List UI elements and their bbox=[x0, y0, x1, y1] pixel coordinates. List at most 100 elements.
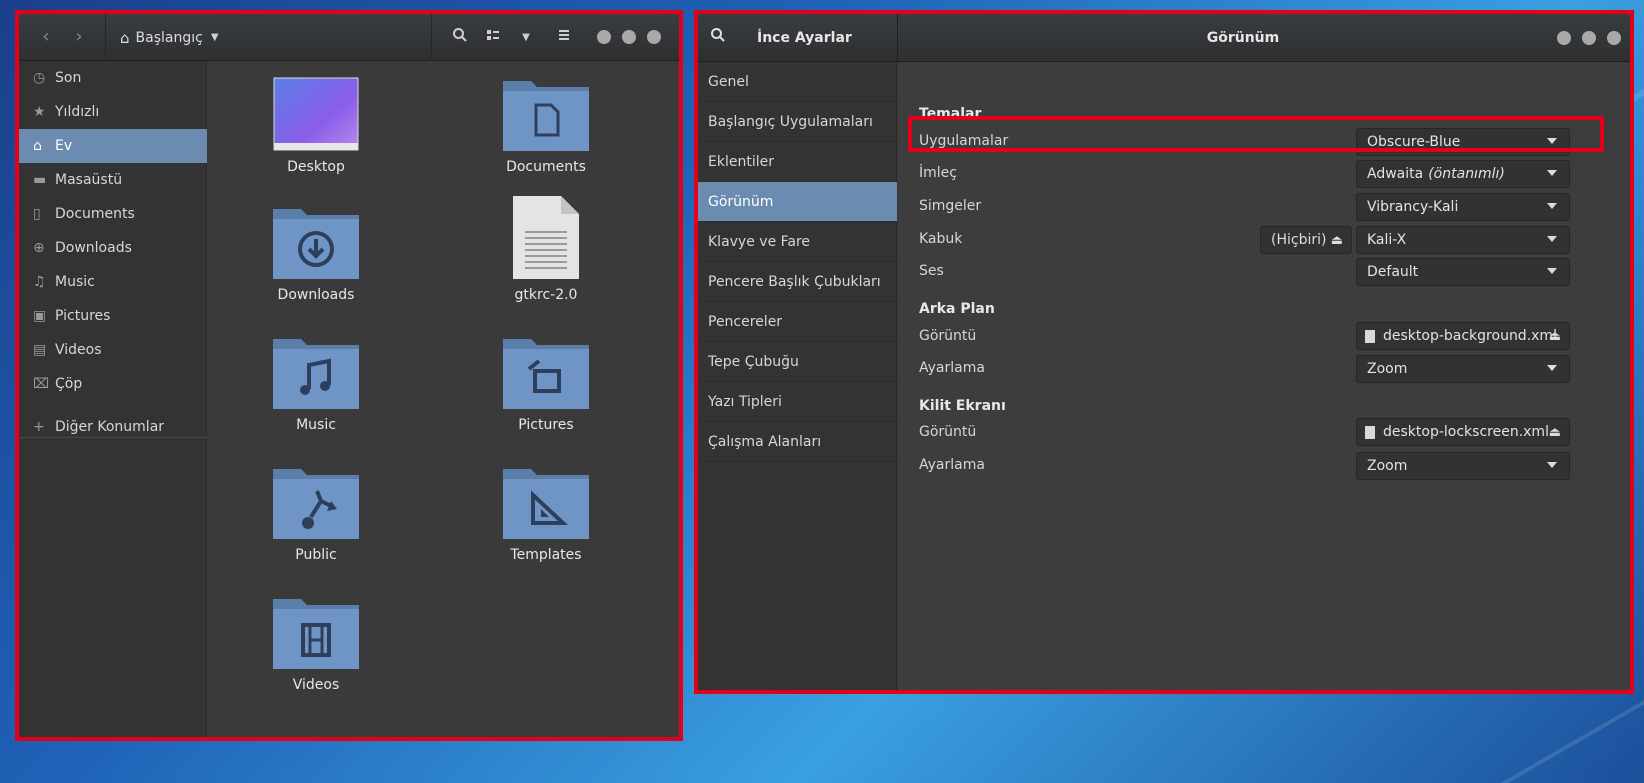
file-value: desktop-background.xml bbox=[1383, 328, 1557, 344]
lockscreen-adjustment-label: Ayarlama bbox=[919, 457, 985, 473]
combo-value: Zoom bbox=[1367, 458, 1408, 474]
templates-folder-icon bbox=[503, 469, 589, 539]
file-name: Downloads bbox=[277, 287, 355, 303]
sidebar-item-music[interactable]: ♫ Music bbox=[19, 265, 207, 299]
sidebar-item-recent[interactable]: ◷ Son bbox=[19, 61, 207, 95]
file-item-downloads[interactable]: Downloads bbox=[231, 205, 401, 303]
back-button[interactable]: ‹ bbox=[32, 24, 60, 50]
file-item-public[interactable]: Public bbox=[231, 465, 401, 563]
view-mode-button[interactable] bbox=[481, 26, 505, 50]
minimize-button[interactable] bbox=[1557, 31, 1571, 45]
icons-theme-combo[interactable]: Vibrancy-Kali bbox=[1356, 193, 1570, 221]
sidebar-item-label: Masaüstü bbox=[55, 172, 123, 188]
sidebar-item-label: Music bbox=[55, 274, 95, 290]
chevron-down-icon bbox=[1547, 203, 1557, 209]
sound-theme-combo[interactable]: Default bbox=[1356, 258, 1570, 286]
file-manager-window: ‹ › ⌂ Başlangıç ▼ ▼ ◷ Son ★ Yıldızlı ⌂ E… bbox=[19, 14, 679, 737]
close-button[interactable] bbox=[1607, 31, 1621, 45]
sidebar-item-window-titlebars[interactable]: Pencere Başlık Çubukları bbox=[694, 262, 897, 302]
list-view-icon bbox=[487, 30, 499, 40]
file-icon bbox=[1365, 425, 1375, 439]
tweaks-headerbar: İnce Ayarlar Görünüm bbox=[694, 14, 1634, 62]
file-name: Desktop bbox=[287, 159, 345, 175]
maximize-button[interactable] bbox=[1582, 31, 1596, 45]
section-title-lockscreen: Kilit Ekranı bbox=[919, 398, 1006, 414]
chevron-down-icon bbox=[1547, 236, 1557, 242]
sidebar-item-pictures[interactable]: ▣ Pictures bbox=[19, 299, 207, 333]
hamburger-menu-icon bbox=[559, 30, 569, 40]
search-button[interactable] bbox=[448, 26, 472, 50]
sidebar-item-label: Klavye ve Fare bbox=[708, 233, 811, 250]
sidebar-item-videos[interactable]: ▤ Videos bbox=[19, 333, 207, 367]
lockscreen-adjustment-combo[interactable]: Zoom bbox=[1356, 452, 1570, 480]
sidebar-item-fonts[interactable]: Yazı Tipleri bbox=[694, 382, 897, 422]
trash-icon: ⌧ bbox=[33, 376, 50, 392]
sidebar-item-workspaces[interactable]: Çalışma Alanları bbox=[694, 422, 897, 462]
file-item-videos[interactable]: Videos bbox=[231, 595, 401, 693]
section-title-background: Arka Plan bbox=[919, 301, 995, 317]
download-icon: ⊕ bbox=[33, 240, 45, 256]
video-icon: ▤ bbox=[33, 342, 47, 358]
sidebar-item-home[interactable]: ⌂ Ev bbox=[19, 129, 207, 163]
section-title-themes: Temalar bbox=[919, 106, 982, 122]
appearance-panel: Temalar Uygulamalar Obscure-Blue İmleç A… bbox=[898, 62, 1634, 694]
sidebar-item-general[interactable]: Genel bbox=[694, 62, 897, 102]
sidebar-item-label: Görünüm bbox=[708, 193, 774, 210]
combo-value: Adwaita bbox=[1367, 166, 1424, 182]
close-button[interactable] bbox=[647, 30, 661, 44]
file-name: Public bbox=[295, 547, 337, 563]
tweaks-window: İnce Ayarlar Görünüm Genel Başlangıç Uyg… bbox=[694, 14, 1634, 694]
file-item-documents[interactable]: Documents bbox=[461, 77, 631, 175]
lockscreen-image-label: Görüntü bbox=[919, 424, 977, 440]
sidebar-item-other-locations[interactable]: + Diğer Konumlar bbox=[19, 410, 207, 444]
sidebar-item-desktop[interactable]: ▬ Masaüstü bbox=[19, 163, 207, 197]
lockscreen-image-chooser[interactable]: desktop-lockscreen.xml ⏏ bbox=[1356, 418, 1570, 446]
sidebar-item-trash[interactable]: ⌧ Çöp bbox=[19, 367, 207, 401]
file-name: gtkrc-2.0 bbox=[514, 287, 578, 303]
file-item-desktop[interactable]: Desktop bbox=[231, 77, 401, 175]
sidebar-item-label: Pictures bbox=[55, 308, 111, 324]
search-icon bbox=[453, 28, 467, 42]
sidebar-item-label: Yazı Tipleri bbox=[708, 393, 782, 410]
file-item-gtkrc[interactable]: gtkrc-2.0 bbox=[461, 196, 631, 303]
text-file-icon bbox=[513, 196, 579, 279]
sidebar-item-appearance[interactable]: Görünüm bbox=[694, 182, 897, 222]
location-path-button[interactable]: ⌂ Başlangıç ▼ bbox=[105, 14, 432, 61]
sidebar-item-windows[interactable]: Pencereler bbox=[694, 302, 897, 342]
forward-button[interactable]: › bbox=[65, 24, 93, 50]
public-folder-icon bbox=[273, 469, 359, 539]
menu-button[interactable] bbox=[552, 26, 576, 50]
sidebar-item-downloads[interactable]: ⊕ Downloads bbox=[19, 231, 207, 265]
applications-theme-combo[interactable]: Obscure-Blue bbox=[1356, 128, 1570, 156]
file-grid: Desktop Documents Downloads gtkrc-2.0 Mu… bbox=[207, 61, 679, 737]
combo-value: Obscure-Blue bbox=[1367, 134, 1461, 150]
eject-icon: ⏏ bbox=[1330, 233, 1343, 248]
chevron-down-icon bbox=[1547, 365, 1557, 371]
file-item-templates[interactable]: Templates bbox=[461, 465, 631, 563]
maximize-button[interactable] bbox=[622, 30, 636, 44]
search-button[interactable] bbox=[706, 26, 730, 50]
file-name: Music bbox=[296, 417, 336, 433]
minimize-button[interactable] bbox=[597, 30, 611, 44]
background-image-chooser[interactable]: desktop-background.xml ⏏ bbox=[1356, 322, 1570, 350]
view-options-dropdown[interactable]: ▼ bbox=[514, 26, 538, 50]
sidebar-item-label: Downloads bbox=[55, 240, 132, 256]
sidebar-item-documents[interactable]: ▯ Documents bbox=[19, 197, 207, 231]
cursor-theme-combo[interactable]: Adwaita (öntanımlı) bbox=[1356, 160, 1570, 188]
file-name: Pictures bbox=[518, 417, 574, 433]
chevron-down-icon bbox=[1547, 268, 1557, 274]
sidebar-item-label: Diğer Konumlar bbox=[55, 419, 165, 435]
sidebar-item-extensions[interactable]: Eklentiler bbox=[694, 142, 897, 182]
background-adjustment-combo[interactable]: Zoom bbox=[1356, 355, 1570, 383]
sidebar-item-startup-apps[interactable]: Başlangıç Uygulamaları bbox=[694, 102, 897, 142]
shell-theme-none-button[interactable]: (Hiçbiri) ⏏ bbox=[1260, 226, 1352, 254]
sidebar-item-keyboard-mouse[interactable]: Klavye ve Fare bbox=[694, 222, 897, 262]
combo-value: Vibrancy-Kali bbox=[1367, 199, 1459, 215]
default-note: (öntanımlı) bbox=[1428, 166, 1505, 182]
file-item-pictures[interactable]: Pictures bbox=[461, 335, 631, 433]
file-manager-headerbar: ‹ › ⌂ Başlangıç ▼ ▼ bbox=[19, 14, 679, 61]
file-item-music[interactable]: Music bbox=[231, 335, 401, 433]
sidebar-item-top-bar[interactable]: Tepe Çubuğu bbox=[694, 342, 897, 382]
sidebar-item-starred[interactable]: ★ Yıldızlı bbox=[19, 95, 207, 129]
shell-theme-combo[interactable]: Kali-X bbox=[1356, 226, 1570, 254]
